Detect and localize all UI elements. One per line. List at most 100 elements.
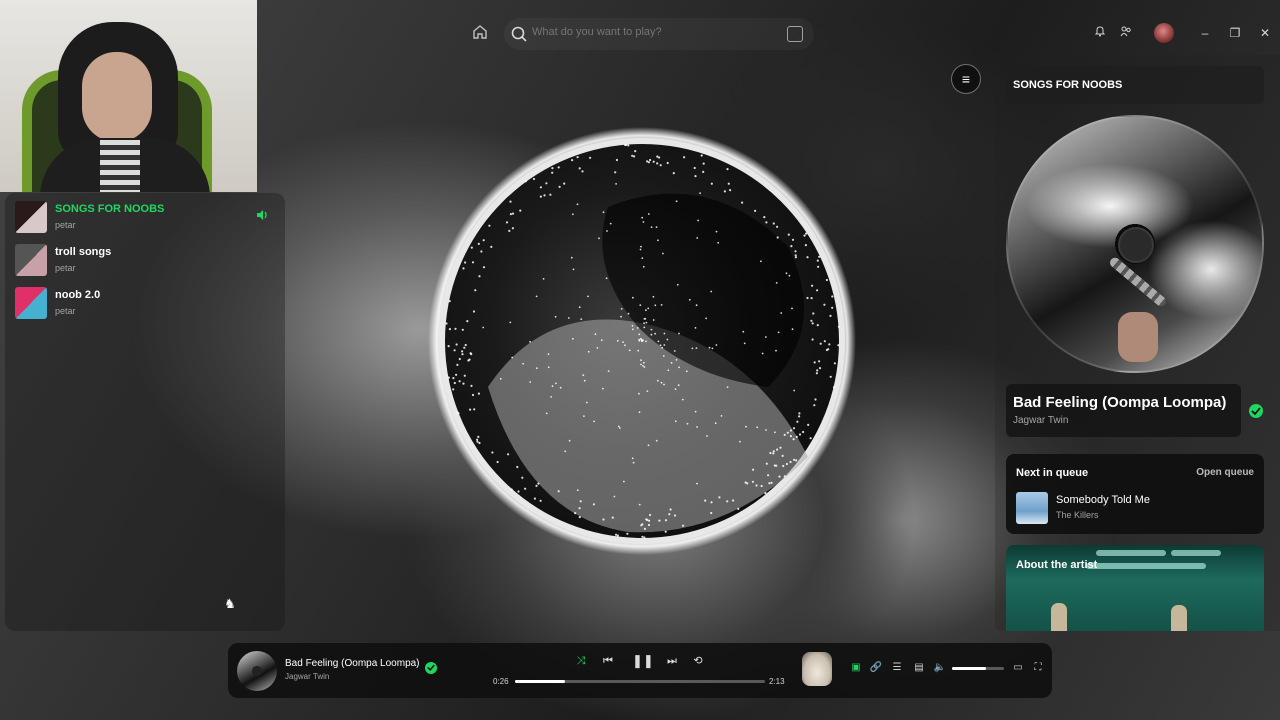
visualizer-particle <box>763 216 766 219</box>
visualizer-particle <box>832 386 836 389</box>
avatar[interactable] <box>1154 23 1174 43</box>
queue-track-cover[interactable] <box>1016 492 1048 524</box>
visualizer-particle <box>637 349 640 352</box>
visualizer-particle <box>647 523 651 527</box>
home-button[interactable] <box>470 24 490 44</box>
saved-check-icon[interactable] <box>1249 404 1263 418</box>
friends-icon[interactable] <box>1118 25 1134 41</box>
playlist-item[interactable]: SONGS FOR NOOBS petar <box>15 201 275 235</box>
visualizer-particle <box>726 168 729 171</box>
visualizer-particle <box>623 480 625 483</box>
connect-icon[interactable]: 🔗 <box>869 661 883 675</box>
visualizer-particle <box>789 429 792 432</box>
playlist-owner: petar <box>55 306 76 316</box>
context-header[interactable]: SONGS FOR NOOBS <box>1006 66 1264 104</box>
visualizer-particle <box>645 309 647 312</box>
visualizer-particle <box>643 318 646 320</box>
visualizer-particle <box>807 423 810 426</box>
visualizer-particle <box>638 411 641 414</box>
visualizer-particle <box>816 259 819 262</box>
visualizer-particle <box>660 381 663 384</box>
visualizer-particle <box>649 158 652 162</box>
queue-track-title[interactable]: Somebody Told Me <box>1056 494 1150 506</box>
visualizer-particle <box>755 484 758 487</box>
previous-icon[interactable]: ⏮ <box>600 653 616 669</box>
visualizer-particle <box>643 322 645 325</box>
next-icon[interactable]: ⏭ <box>664 653 680 669</box>
visualizer-particle <box>542 278 545 280</box>
visualizer-particle <box>579 500 582 503</box>
visualizer-particle <box>480 250 483 253</box>
playlist-item[interactable]: troll songs petar <box>15 244 275 278</box>
visualizer-particle <box>592 503 595 506</box>
visualizer-particle <box>456 363 459 366</box>
visualizer-particle <box>509 200 512 203</box>
visualizer-particle <box>594 333 597 336</box>
visualizer-particle <box>645 518 648 521</box>
visualizer-particle <box>587 295 589 298</box>
visualizer-particle <box>615 158 618 162</box>
fullscreen-icon[interactable]: ⛶ <box>1031 661 1045 675</box>
playlist-item[interactable]: noob 2.0 petar <box>15 287 275 321</box>
volume-slider[interactable] <box>952 667 1004 670</box>
repeat-icon[interactable]: ⟲ <box>690 653 706 669</box>
visualizer-particle <box>648 519 651 522</box>
pause-icon[interactable]: ❚❚ <box>632 653 654 669</box>
visualizer-particle <box>461 353 464 356</box>
visualizer-particle <box>781 454 784 457</box>
visualizer-particle <box>737 507 740 510</box>
visualizer-particle <box>642 361 645 364</box>
shuffle-icon[interactable]: ⤨ <box>573 653 589 669</box>
visualizer-particle <box>672 172 675 175</box>
bell-icon[interactable] <box>1092 25 1108 41</box>
main-panel: ≡ <box>290 55 990 631</box>
visualizer-particle <box>658 156 661 159</box>
light-bar <box>1096 550 1166 556</box>
now-playing-artist[interactable]: Jagwar Twin <box>285 672 329 681</box>
visualizer-particle <box>798 415 801 418</box>
track-artist[interactable]: Jagwar Twin <box>1013 415 1068 426</box>
queue-icon[interactable]: ☰ <box>890 661 904 675</box>
visualizer-particle <box>772 452 775 455</box>
playlist-name: SONGS FOR NOOBS <box>55 203 165 215</box>
queue-track-artist[interactable]: The Killers <box>1056 510 1099 520</box>
visualizer-particle <box>718 496 721 499</box>
menu-button[interactable]: ≡ <box>951 64 981 94</box>
progress-bar[interactable] <box>515 680 765 683</box>
visualizer-particle <box>470 246 473 249</box>
now-playing-view-icon[interactable]: ▣ <box>849 661 863 675</box>
visualizer-particle <box>462 267 465 270</box>
visualizer-particle <box>764 492 767 495</box>
now-playing-cover[interactable] <box>237 651 277 691</box>
visualizer-particle <box>640 245 642 248</box>
volume-icon[interactable]: 🔈 <box>933 661 947 675</box>
visualizer-particle <box>632 461 635 464</box>
visualizer-particle <box>549 193 552 196</box>
track-title[interactable]: Bad Feeling (Oompa Loompa) <box>1013 394 1226 411</box>
search-input[interactable] <box>532 26 762 38</box>
visualizer-particle <box>696 426 698 428</box>
visualizer-particle <box>618 427 621 429</box>
open-queue-link[interactable]: Open queue <box>1196 467 1254 478</box>
visualizer-particle <box>447 376 450 379</box>
search-box[interactable] <box>504 18 814 50</box>
visualizer-particle <box>664 530 667 533</box>
visualizer-particle <box>517 490 520 493</box>
devices-icon[interactable]: ▤ <box>912 661 926 675</box>
visualizer-particle <box>537 482 540 485</box>
restore-icon[interactable]: ❐ <box>1227 25 1243 41</box>
visualizer-particle <box>647 444 650 447</box>
visualizer-particle <box>829 314 832 317</box>
close-icon[interactable]: ✕ <box>1257 25 1273 41</box>
progress-fill <box>515 680 565 683</box>
about-artist-card[interactable]: About the artist <box>1006 545 1264 631</box>
visualizer-particle <box>533 497 536 500</box>
now-playing-title[interactable]: Bad Feeling (Oompa Loompa) <box>285 658 420 669</box>
mini-player-icon[interactable]: ▭ <box>1011 661 1025 675</box>
visualizer-particle <box>642 221 645 223</box>
minimize-icon[interactable]: – <box>1197 25 1213 41</box>
visualizer-particle <box>511 212 515 215</box>
visualizer-particle <box>551 171 554 174</box>
saved-check-icon[interactable] <box>425 662 437 674</box>
browse-icon[interactable] <box>787 26 803 42</box>
